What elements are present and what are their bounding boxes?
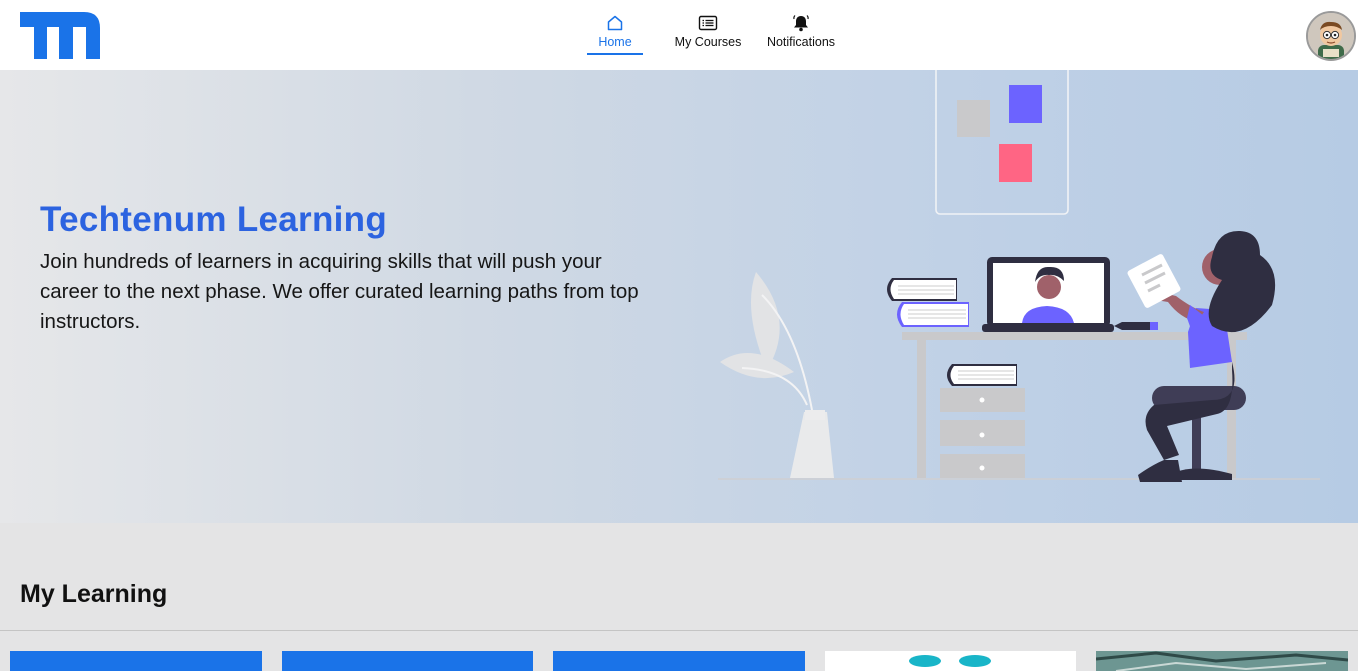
course-thumbnail [1096,651,1348,671]
my-learning-heading: My Learning [20,580,168,608]
hero-description: Join hundreds of learners in acquiring s… [40,250,639,333]
avatar-icon [1308,13,1354,59]
user-avatar[interactable] [1306,11,1356,61]
course-card[interactable] [825,651,1076,671]
home-icon [607,15,623,31]
nav-home[interactable]: Home [587,14,643,56]
nav-home-label: Home [598,35,632,49]
nav-my-courses[interactable]: My Courses [672,14,744,56]
top-navbar: Home My Courses Notifications [0,0,1358,70]
course-card[interactable] [282,651,533,671]
nav-my-courses-label: My Courses [674,35,742,49]
list-icon [698,15,718,31]
nav-notifications-label: Notifications [766,35,836,49]
main-nav: Home My Courses Notifications [0,0,1358,70]
hero-banner: Techtenum Learning Join hundreds of lear… [0,70,1358,523]
course-card[interactable] [1096,651,1348,671]
online-learning-illustration [718,70,1320,482]
course-thumbnail [909,655,991,667]
course-card[interactable] [553,651,805,671]
hero-title: Techtenum Learning [40,200,388,239]
bell-icon [793,15,809,32]
nav-notifications[interactable]: Notifications [762,14,840,56]
course-card[interactable] [10,651,262,671]
section-divider [0,630,1358,631]
